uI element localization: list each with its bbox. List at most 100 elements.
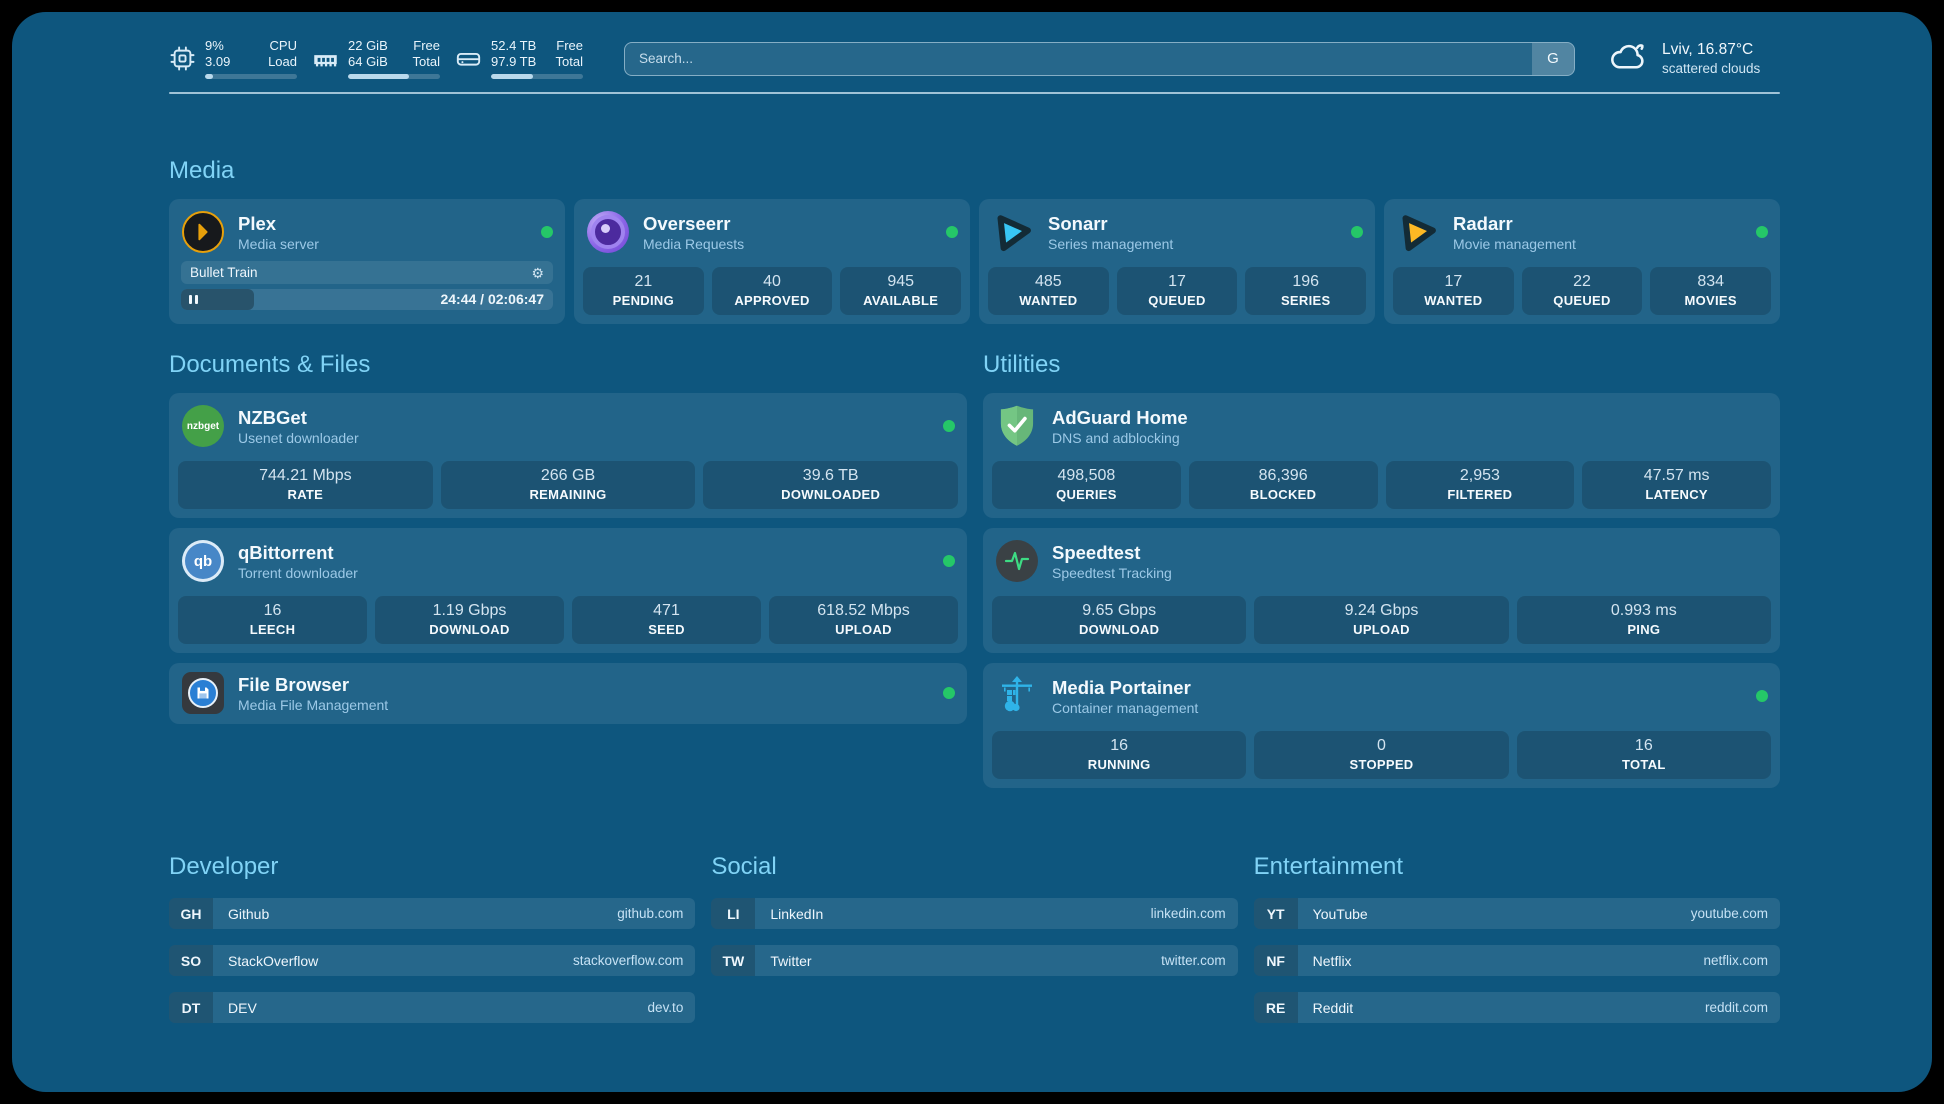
nzbget-icon: nzbget — [181, 404, 225, 448]
dashboard-panel: 9%CPU 3.09Load 22 GiBFree 64 GiBTotal — [12, 12, 1932, 1092]
sonarr-card[interactable]: Sonarr Series management 485WANTED 17QUE… — [979, 199, 1375, 324]
section-title-developer: Developer — [169, 852, 695, 882]
stat-remaining: 266 GBREMAINING — [441, 461, 696, 509]
link-reddit[interactable]: RE Reddit reddit.com — [1254, 992, 1780, 1023]
playback-progress-bar: 24:44 / 02:06:47 — [181, 289, 553, 310]
link-netflix[interactable]: NF Netflix netflix.com — [1254, 945, 1780, 976]
overseerr-card[interactable]: Overseerr Media Requests 21PENDING 40APP… — [574, 199, 970, 324]
radarr-card[interactable]: Radarr Movie management 17WANTED 22QUEUE… — [1384, 199, 1780, 324]
settings-gear-icon[interactable]: ⚙ — [531, 266, 544, 280]
entertainment-links-column: Entertainment YT YouTube youtube.com NF … — [1254, 852, 1780, 1023]
weather-widget: Lviv, 16.87°C scattered clouds — [1608, 38, 1780, 79]
status-online-dot — [1756, 690, 1768, 702]
link-twitter[interactable]: TW Twitter twitter.com — [711, 945, 1237, 976]
link-github[interactable]: GH Github github.com — [169, 898, 695, 929]
qbittorrent-card[interactable]: qb qBittorrent Torrent downloader 16LEEC… — [169, 528, 967, 653]
link-abbr-badge: SO — [169, 945, 213, 976]
speedtest-card[interactable]: Speedtest Speedtest Tracking 9.65 GbpsDO… — [983, 528, 1780, 653]
stat-downloaded: 39.6 TBDOWNLOADED — [703, 461, 958, 509]
status-online-dot — [943, 420, 955, 432]
stat-wanted: 485WANTED — [988, 267, 1109, 315]
stat-queued: 22QUEUED — [1522, 267, 1643, 315]
section-title-social: Social — [711, 852, 1237, 882]
plex-card[interactable]: Plex Media server Bullet Train ⚙ 24:44 /… — [169, 199, 565, 324]
plex-icon — [181, 210, 225, 254]
speedtest-icon — [995, 539, 1039, 583]
cloud-icon — [1608, 38, 1650, 79]
documents-column: Documents & Files nzbget NZBGet Usenet d… — [169, 350, 967, 788]
pause-button[interactable] — [189, 295, 198, 304]
card-title: Speedtest — [1052, 541, 1172, 564]
stat-available: 945AVAILABLE — [840, 267, 961, 315]
filebrowser-card[interactable]: File Browser Media File Management — [169, 663, 967, 724]
status-online-dot — [1756, 226, 1768, 238]
link-linkedin[interactable]: LI LinkedIn linkedin.com — [711, 898, 1237, 929]
section-title-utilities: Utilities — [983, 350, 1780, 380]
stat-leech: 16LEECH — [178, 596, 367, 644]
disk-progress-fill — [491, 74, 533, 79]
stat-stopped: 0STOPPED — [1254, 731, 1508, 779]
portainer-card[interactable]: Media Portainer Container management 16R… — [983, 663, 1780, 788]
stat-running: 16RUNNING — [992, 731, 1246, 779]
link-dev-to[interactable]: DT DEV dev.to — [169, 992, 695, 1023]
sonarr-icon — [991, 210, 1035, 254]
stat-approved: 40APPROVED — [712, 267, 833, 315]
weather-location-temp: Lviv, 16.87°C — [1662, 40, 1760, 60]
card-title: qBittorrent — [238, 541, 358, 564]
cpu-icon — [169, 45, 196, 72]
cpu-label: CPU — [270, 38, 297, 54]
adguard-card[interactable]: AdGuard Home DNS and adblocking 498,508Q… — [983, 393, 1780, 518]
link-abbr-badge: RE — [1254, 992, 1298, 1023]
card-subtitle: Container management — [1052, 699, 1198, 717]
card-title: Overseerr — [643, 212, 744, 235]
card-subtitle: Series management — [1048, 235, 1173, 253]
card-title: File Browser — [238, 673, 388, 696]
stat-queries: 498,508QUERIES — [992, 461, 1181, 509]
disk-free-label: Free — [556, 38, 583, 54]
link-url: dev.to — [648, 1000, 696, 1015]
link-youtube[interactable]: YT YouTube youtube.com — [1254, 898, 1780, 929]
cpu-usage-value: 9% — [205, 38, 224, 54]
card-subtitle: Speedtest Tracking — [1052, 564, 1172, 582]
card-subtitle: Usenet downloader — [238, 429, 359, 447]
filebrowser-icon — [181, 671, 225, 715]
link-name: StackOverflow — [213, 953, 318, 969]
cpu-progress-track — [205, 74, 297, 79]
link-abbr-badge: NF — [1254, 945, 1298, 976]
link-stackoverflow[interactable]: SO StackOverflow stackoverflow.com — [169, 945, 695, 976]
nzbget-card[interactable]: nzbget NZBGet Usenet downloader 744.21 M… — [169, 393, 967, 518]
stat-seed: 471SEED — [572, 596, 761, 644]
section-title-documents: Documents & Files — [169, 350, 967, 380]
radarr-icon — [1396, 210, 1440, 254]
search-engine-button[interactable]: G — [1532, 43, 1574, 75]
now-playing-title: Bullet Train — [190, 265, 258, 280]
link-url: twitter.com — [1161, 953, 1238, 968]
card-title: AdGuard Home — [1052, 406, 1188, 429]
ram-free-label: Free — [413, 38, 440, 54]
link-url: github.com — [617, 906, 695, 921]
social-links-column: Social LI LinkedIn linkedin.com TW Twitt… — [711, 852, 1237, 1023]
link-url: reddit.com — [1705, 1000, 1780, 1015]
stat-ping: 0.993 msPING — [1517, 596, 1771, 644]
cpu-metric: 9%CPU 3.09Load — [169, 38, 297, 79]
stat-movies: 834MOVIES — [1650, 267, 1771, 315]
stat-total: 16TOTAL — [1517, 731, 1771, 779]
adguard-icon — [995, 404, 1039, 448]
disk-total-label: Total — [556, 54, 583, 70]
link-abbr-badge: YT — [1254, 898, 1298, 929]
card-subtitle: Torrent downloader — [238, 564, 358, 582]
search-input[interactable] — [624, 42, 1575, 76]
ram-progress-track — [348, 74, 440, 79]
link-name: YouTube — [1298, 906, 1368, 922]
status-online-dot — [943, 555, 955, 567]
card-title: Radarr — [1453, 212, 1576, 235]
stat-pending: 21PENDING — [583, 267, 704, 315]
search-bar: G — [624, 42, 1575, 76]
card-subtitle: Media Requests — [643, 235, 744, 253]
card-subtitle: Media File Management — [238, 696, 388, 714]
stat-download: 9.65 GbpsDOWNLOAD — [992, 596, 1246, 644]
stat-blocked: 86,396BLOCKED — [1189, 461, 1378, 509]
ram-free-value: 22 GiB — [348, 38, 388, 54]
link-name: Twitter — [755, 953, 811, 969]
stat-filtered: 2,953FILTERED — [1386, 461, 1575, 509]
